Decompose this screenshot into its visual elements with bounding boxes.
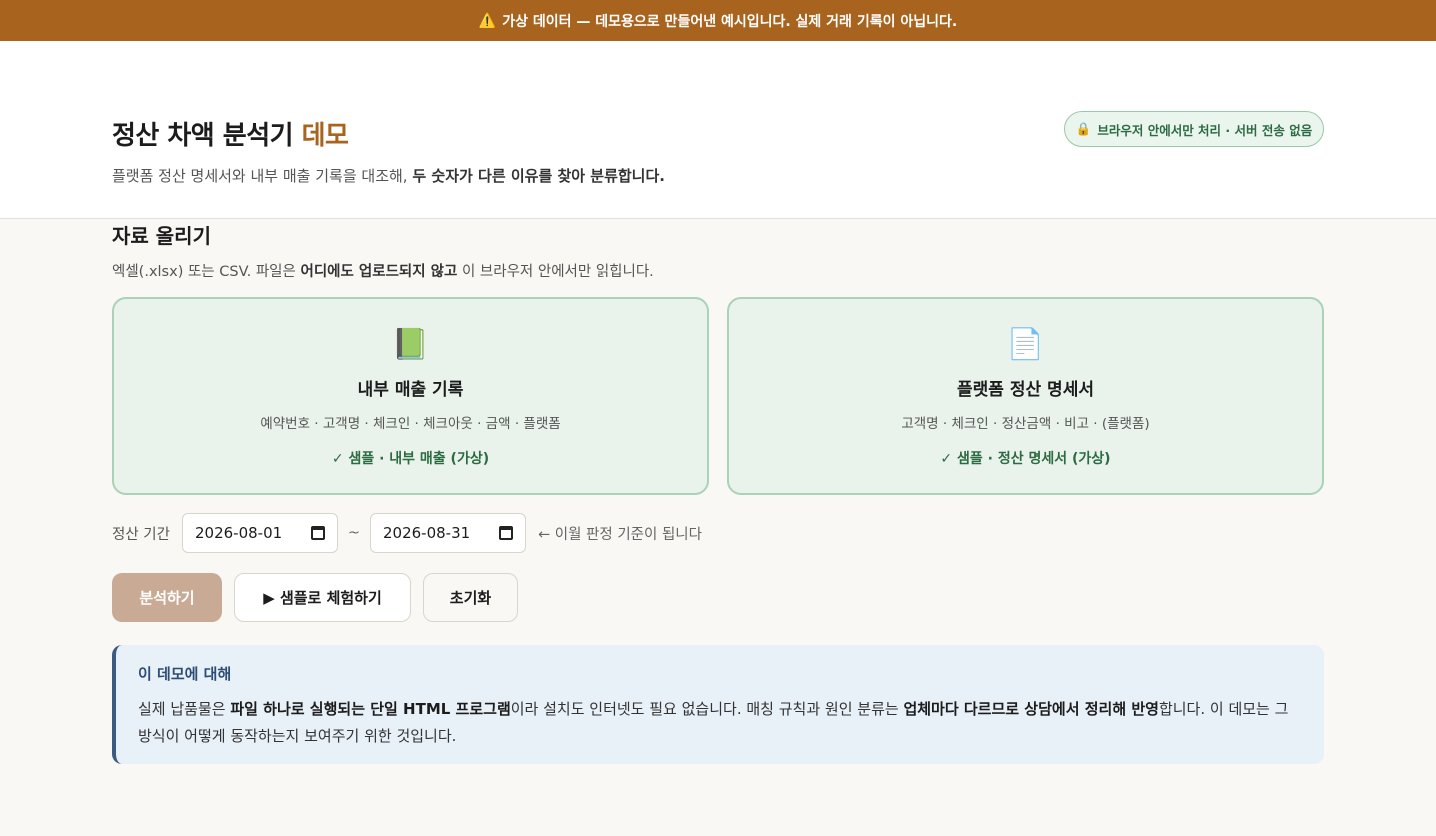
about-body: 실제 납품물은 파일 하나로 실행되는 단일 HTML 프로그램이라 설치도 인… (138, 696, 1302, 750)
end-date-value: 2026-08-31 (383, 524, 471, 542)
calendar-icon[interactable] (311, 526, 325, 540)
about-text-2: 이라 설치도 인터넷도 필요 없습니다. 매칭 규칙과 원인 분류는 (510, 700, 899, 718)
green-book-icon: 📗 (391, 327, 430, 362)
warning-icon: ⚠️ (478, 12, 497, 29)
upload-cards: 📗 내부 매출 기록 예약번호 · 고객명 · 체크인 · 체크아웃 · 금액 … (112, 297, 1324, 495)
settlement-statement-upload-card[interactable]: 📄 플랫폼 정산 명세서 고객명 · 체크인 · 정산금액 · 비고 · (플랫… (727, 297, 1324, 495)
action-buttons: 분석하기 ▶ 샘플로 체험하기 초기화 (112, 573, 1324, 622)
about-bold-1: 파일 하나로 실행되는 단일 HTML 프로그램 (230, 700, 511, 718)
privacy-badge: 🔒 브라우저 안에서만 처리 · 서버 전송 없음 (1064, 111, 1324, 147)
card-title: 플랫폼 정산 명세서 (957, 380, 1094, 400)
title-accent: 데모 (301, 121, 349, 151)
about-demo-box: 이 데모에 대해 실제 납품물은 파일 하나로 실행되는 단일 HTML 프로그… (112, 645, 1324, 764)
end-date-input[interactable]: 2026-08-31 (370, 513, 526, 553)
card-fields: 고객명 · 체크인 · 정산금액 · 비고 · (플랫폼) (901, 416, 1150, 432)
internal-sales-upload-card[interactable]: 📗 내부 매출 기록 예약번호 · 고객명 · 체크인 · 체크아웃 · 금액 … (112, 297, 709, 495)
demo-warning-banner: ⚠️ 가상 데이터 — 데모용으로 만들어낸 예시입니다. 실제 거래 기록이 … (0, 0, 1436, 41)
document-icon: 📄 (1006, 327, 1045, 362)
card-title: 내부 매출 기록 (357, 380, 464, 400)
period-hint: ← 이월 판정 기준이 됩니다 (538, 526, 702, 543)
page-subtitle: 플랫폼 정산 명세서와 내부 매출 기록을 대조해, 두 숫자가 다른 이유를 … (112, 165, 665, 186)
start-date-input[interactable]: 2026-08-01 (182, 513, 338, 553)
upload-desc-before: 엑셀(.xlsx) 또는 CSV. 파일은 (112, 264, 296, 280)
card-status: ✓ 샘플 · 정산 명세서 (가상) (940, 451, 1111, 467)
card-fields: 예약번호 · 고객명 · 체크인 · 체크아웃 · 금액 · 플랫폼 (260, 416, 561, 432)
period-separator: ~ (347, 525, 361, 541)
upload-desc-after: 이 브라우저 안에서만 읽힙니다. (461, 264, 654, 280)
title-main: 정산 차액 분석기 (112, 121, 294, 151)
settlement-period-row: 정산 기간 2026-08-01 ~ 2026-08-31 ← 이월 판정 기준… (112, 513, 1324, 553)
upload-section-desc: 엑셀(.xlsx) 또는 CSV. 파일은 어디에도 업로드되지 않고 이 브라… (112, 260, 1324, 281)
privacy-text: 브라우저 안에서만 처리 · 서버 전송 없음 (1097, 122, 1313, 138)
about-text-1: 실제 납품물은 (138, 700, 226, 718)
about-title: 이 데모에 대해 (138, 665, 232, 683)
subtitle-text: 플랫폼 정산 명세서와 내부 매출 기록을 대조해, (112, 167, 408, 185)
calendar-icon[interactable] (499, 526, 513, 540)
try-sample-button[interactable]: ▶ 샘플로 체험하기 (234, 573, 411, 622)
upload-desc-bold: 어디에도 업로드되지 않고 (300, 264, 458, 280)
about-bold-2: 업체마다 다르므로 상담에서 정리해 반영 (903, 700, 1159, 718)
lock-icon: 🔒 (1075, 121, 1092, 136)
card-status: ✓ 샘플 · 내부 매출 (가상) (331, 451, 490, 467)
subtitle-emphasis: 두 숫자가 다른 이유를 찾아 분류합니다. (412, 167, 665, 185)
analyze-button[interactable]: 분석하기 (112, 573, 222, 622)
banner-text: 가상 데이터 — 데모용으로 만들어낸 예시입니다. 실제 거래 기록이 아닙니… (502, 13, 958, 30)
start-date-value: 2026-08-01 (195, 524, 283, 542)
page-header: 정산 차액 분석기 데모 플랫폼 정산 명세서와 내부 매출 기록을 대조해, … (0, 41, 1436, 219)
period-label: 정산 기간 (112, 526, 170, 543)
page-title: 정산 차액 분석기 데모 (112, 115, 349, 152)
reset-button[interactable]: 초기화 (423, 573, 518, 622)
upload-section-title: 자료 올리기 (112, 224, 211, 248)
